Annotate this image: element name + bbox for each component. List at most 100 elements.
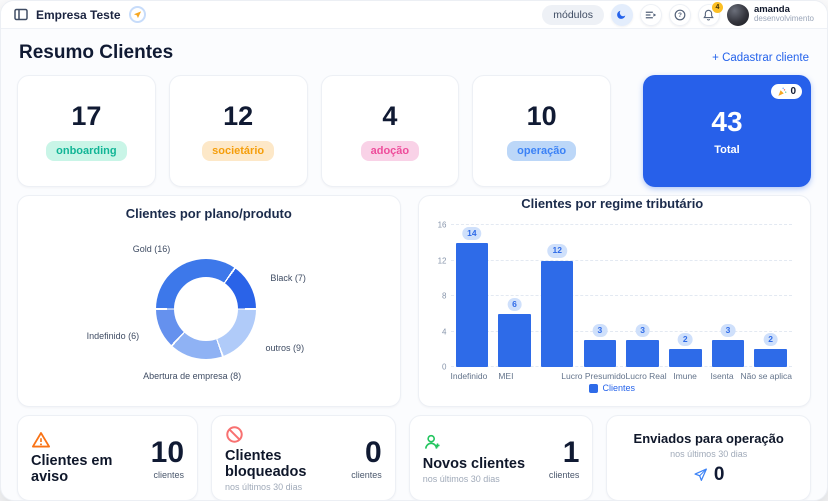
page-title: Resumo Clientes (19, 42, 174, 63)
bar-slot: 3 (579, 225, 622, 367)
x-axis-label: Indefinido (450, 371, 488, 381)
x-axis-label: Lucro Real (625, 371, 667, 381)
bar-value-label: 12 (547, 244, 567, 258)
stats-row: 17 onboarding 12 societário 4 adoção 10 … (17, 75, 811, 187)
bar-slot: 3 (707, 225, 750, 367)
donut-slice-label: outros (9) (265, 343, 305, 354)
paper-plane-icon (693, 467, 708, 482)
warning-icon (31, 431, 136, 449)
x-axis-label: Isenta (710, 371, 734, 381)
bar-slot: 14 (451, 225, 494, 367)
donut-slice-label: Gold (16) (132, 243, 171, 254)
y-axis-tick: 4 (442, 327, 447, 336)
bar-chart-card: Clientes por regime tributário 0 4 8 12 16 14… (417, 195, 811, 407)
bar-chart-title: Clientes por regime tributário (521, 196, 704, 211)
summary-card-unit: clientes (548, 469, 580, 480)
total-label: Total (714, 144, 740, 156)
summary-card-subtitle: nos últimos 30 dias (422, 474, 500, 485)
sidebar-toggle-icon[interactable] (14, 8, 28, 21)
x-axis-label: MEI (498, 371, 514, 381)
svg-text:?: ? (678, 12, 682, 19)
bar-chart-plot: 0 4 8 12 16 14 6 12 3 3 2 3 2 (438, 221, 792, 372)
stat-value: 17 (71, 101, 102, 131)
bar-value-label: 14 (462, 226, 482, 240)
party-popper-icon (777, 87, 787, 97)
stat-stage-badge: societário (202, 141, 275, 161)
bar-value-label: 2 (763, 333, 779, 347)
help-button[interactable]: ? (668, 3, 691, 26)
bar (455, 242, 489, 367)
bar (754, 349, 787, 367)
stat-stage-badge: onboarding (46, 141, 127, 161)
bar-value-label: 3 (592, 324, 608, 338)
notification-count-badge: 4 (711, 1, 723, 13)
bar-slot: 2 (664, 225, 707, 367)
add-client-link[interactable]: + Cadastrar cliente (712, 52, 809, 64)
total-value: 43 (711, 106, 743, 137)
notifications-button[interactable]: 4 (697, 1, 723, 26)
stat-card: 10 operação (472, 75, 611, 187)
summary-card-subtitle: nos últimos 30 dias (225, 482, 303, 493)
summary-card: Clientes em aviso 10 clientes (17, 415, 199, 500)
y-axis-tick: 12 (437, 256, 447, 265)
summary-card: Novos clientes nos últimos 30 dias 1 cli… (408, 415, 594, 500)
stat-card: 12 societário (168, 75, 308, 187)
summary-card-unit: clientes (153, 469, 185, 480)
total-clients-card: 0 43 Total (643, 75, 811, 187)
bar (626, 340, 659, 367)
y-axis-tick: 16 (437, 220, 447, 230)
bar-value-label: 6 (507, 297, 522, 311)
stat-stage-badge: operação (507, 141, 577, 161)
moon-icon (616, 9, 627, 20)
bar-slot: 12 (536, 225, 579, 367)
legend-label: Clientes (602, 383, 635, 393)
summary-card-value: 1 (562, 435, 580, 469)
x-axis-label: Imune (673, 371, 697, 381)
sent-to-operation-card: Enviados para operação nos últimos 30 di… (606, 415, 811, 500)
summary-card-unit: clientes (351, 469, 382, 480)
user-role: desenvolvimento (753, 14, 814, 24)
dashboard-window: Empresa Teste módulos ? 4 amanda desenvo… (0, 0, 828, 501)
sent-card-title: Enviados para operação (633, 430, 784, 446)
y-axis-tick: 0 (442, 362, 447, 372)
donut-slice-label: Indefinido (6) (86, 331, 140, 342)
bar (669, 349, 702, 367)
bar-value-label: 3 (720, 324, 736, 338)
bar-value-label: 2 (677, 333, 693, 347)
stat-card: 4 adoção (320, 75, 460, 187)
bar-value-label: 3 (635, 324, 650, 338)
donut-chart: Gold (16) Black (7) outros (9) Abertura de … (18, 221, 400, 401)
user-menu[interactable]: amanda desenvolvimento (726, 3, 814, 26)
send-badge-icon (128, 6, 146, 23)
app-title: Empresa Teste (36, 7, 121, 22)
bar-chart-x-axis: Indefinido MEI Lucro Presumido Lucro Real Im… (450, 371, 792, 381)
dark-mode-toggle[interactable] (610, 3, 633, 26)
question-circle-icon: ? (674, 9, 686, 21)
stat-card: 17 onboarding (17, 75, 156, 187)
stat-value: 10 (526, 101, 557, 131)
donut-slice-label: Black (7) (270, 272, 306, 283)
y-axis-tick: 8 (442, 291, 447, 301)
summary-card-title: Clientes bloqueados (225, 448, 307, 481)
bar-chart-legend: Clientes (425, 383, 801, 393)
donut-slice-label: Abertura de empresa (8) (143, 370, 242, 381)
bar (711, 340, 745, 367)
avatar (726, 3, 749, 26)
bar (498, 313, 531, 367)
bar (541, 260, 574, 367)
donut-ring (155, 259, 256, 359)
summary-card-title: Novos clientes (422, 456, 526, 473)
donut-chart-title: Clientes por plano/produto (125, 206, 292, 221)
modules-button[interactable]: módulos (542, 4, 604, 25)
user-plus-icon (423, 433, 525, 452)
top-navbar: Empresa Teste módulos ? 4 amanda desenvo… (1, 1, 827, 29)
stat-stage-badge: adoção (360, 141, 420, 161)
logs-button[interactable] (639, 3, 662, 26)
stat-value: 4 (382, 101, 398, 131)
summary-card-value: 0 (365, 435, 382, 469)
summary-card-value: 10 (150, 435, 185, 469)
bar-slot: 6 (493, 225, 536, 367)
bar (583, 340, 617, 367)
total-pill-value: 0 (790, 86, 796, 97)
bar-slot: 2 (749, 225, 792, 367)
